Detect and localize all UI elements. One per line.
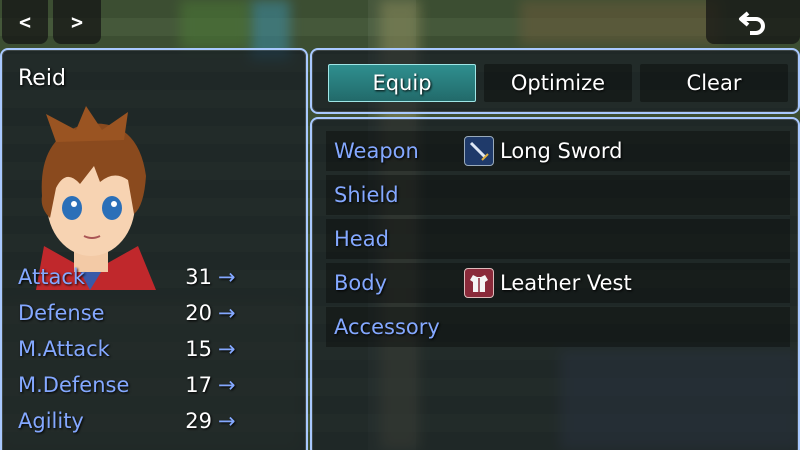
slot-row-shield[interactable]: Shield (326, 175, 790, 215)
slot-name: Body (334, 271, 388, 295)
map-background (180, 0, 250, 50)
item-name: Leather Vest (500, 271, 632, 295)
equip-slot-window: Weapon Long Sword Shield Head Body Leath… (310, 117, 800, 450)
clear-button[interactable]: Clear (640, 64, 788, 102)
param-name: Defense (18, 301, 105, 325)
slot-name: Accessory (334, 315, 440, 339)
param-value: 17 (185, 373, 212, 397)
sword-icon (464, 136, 494, 166)
slot-item: Leather Vest (464, 268, 632, 298)
slot-row-head[interactable]: Head (326, 219, 790, 259)
right-arrow-icon: → (218, 301, 236, 325)
equip-button[interactable]: Equip (328, 64, 476, 102)
slot-name: Head (334, 227, 389, 251)
vest-icon (464, 268, 494, 298)
slot-row-body[interactable]: Body Leather Vest (326, 263, 790, 303)
param-row-m-attack: M.Attack 15 → (18, 332, 248, 366)
slot-row-accessory[interactable]: Accessory (326, 307, 790, 347)
actor-name: Reid (18, 66, 66, 91)
param-value: 31 (185, 265, 212, 289)
right-arrow-icon: → (218, 373, 236, 397)
command-window: Equip Optimize Clear (310, 48, 800, 114)
status-window: Reid Attack 31 → Defense 20 → M.Attack 1… (0, 48, 308, 450)
param-row-m-defense: M.Defense 17 → (18, 368, 248, 402)
right-arrow-icon: → (218, 265, 236, 289)
prev-actor-button[interactable]: < (2, 0, 48, 44)
right-arrow-icon: → (218, 409, 236, 433)
item-name: Long Sword (500, 139, 623, 163)
slot-row-weapon[interactable]: Weapon Long Sword (326, 131, 790, 171)
param-name: Agility (18, 409, 84, 433)
param-value: 20 (185, 301, 212, 325)
right-arrow-icon: → (218, 337, 236, 361)
slot-item: Long Sword (464, 136, 622, 166)
next-label: > (70, 10, 84, 34)
prev-label: < (18, 10, 32, 34)
param-name: Attack (18, 265, 86, 289)
param-name: M.Attack (18, 337, 110, 361)
back-button[interactable] (706, 0, 800, 44)
back-arrow-icon (739, 11, 765, 35)
param-row-defense: Defense 20 → (18, 296, 248, 330)
param-name: M.Defense (18, 373, 130, 397)
param-value: 29 (185, 409, 212, 433)
param-row-attack: Attack 31 → (18, 260, 248, 294)
param-row-agility: Agility 29 → (18, 404, 248, 438)
param-value: 15 (185, 337, 212, 361)
next-actor-button[interactable]: > (53, 0, 101, 44)
slot-name: Weapon (334, 139, 419, 163)
map-background (520, 0, 720, 45)
optimize-button[interactable]: Optimize (484, 64, 632, 102)
slot-name: Shield (334, 183, 399, 207)
